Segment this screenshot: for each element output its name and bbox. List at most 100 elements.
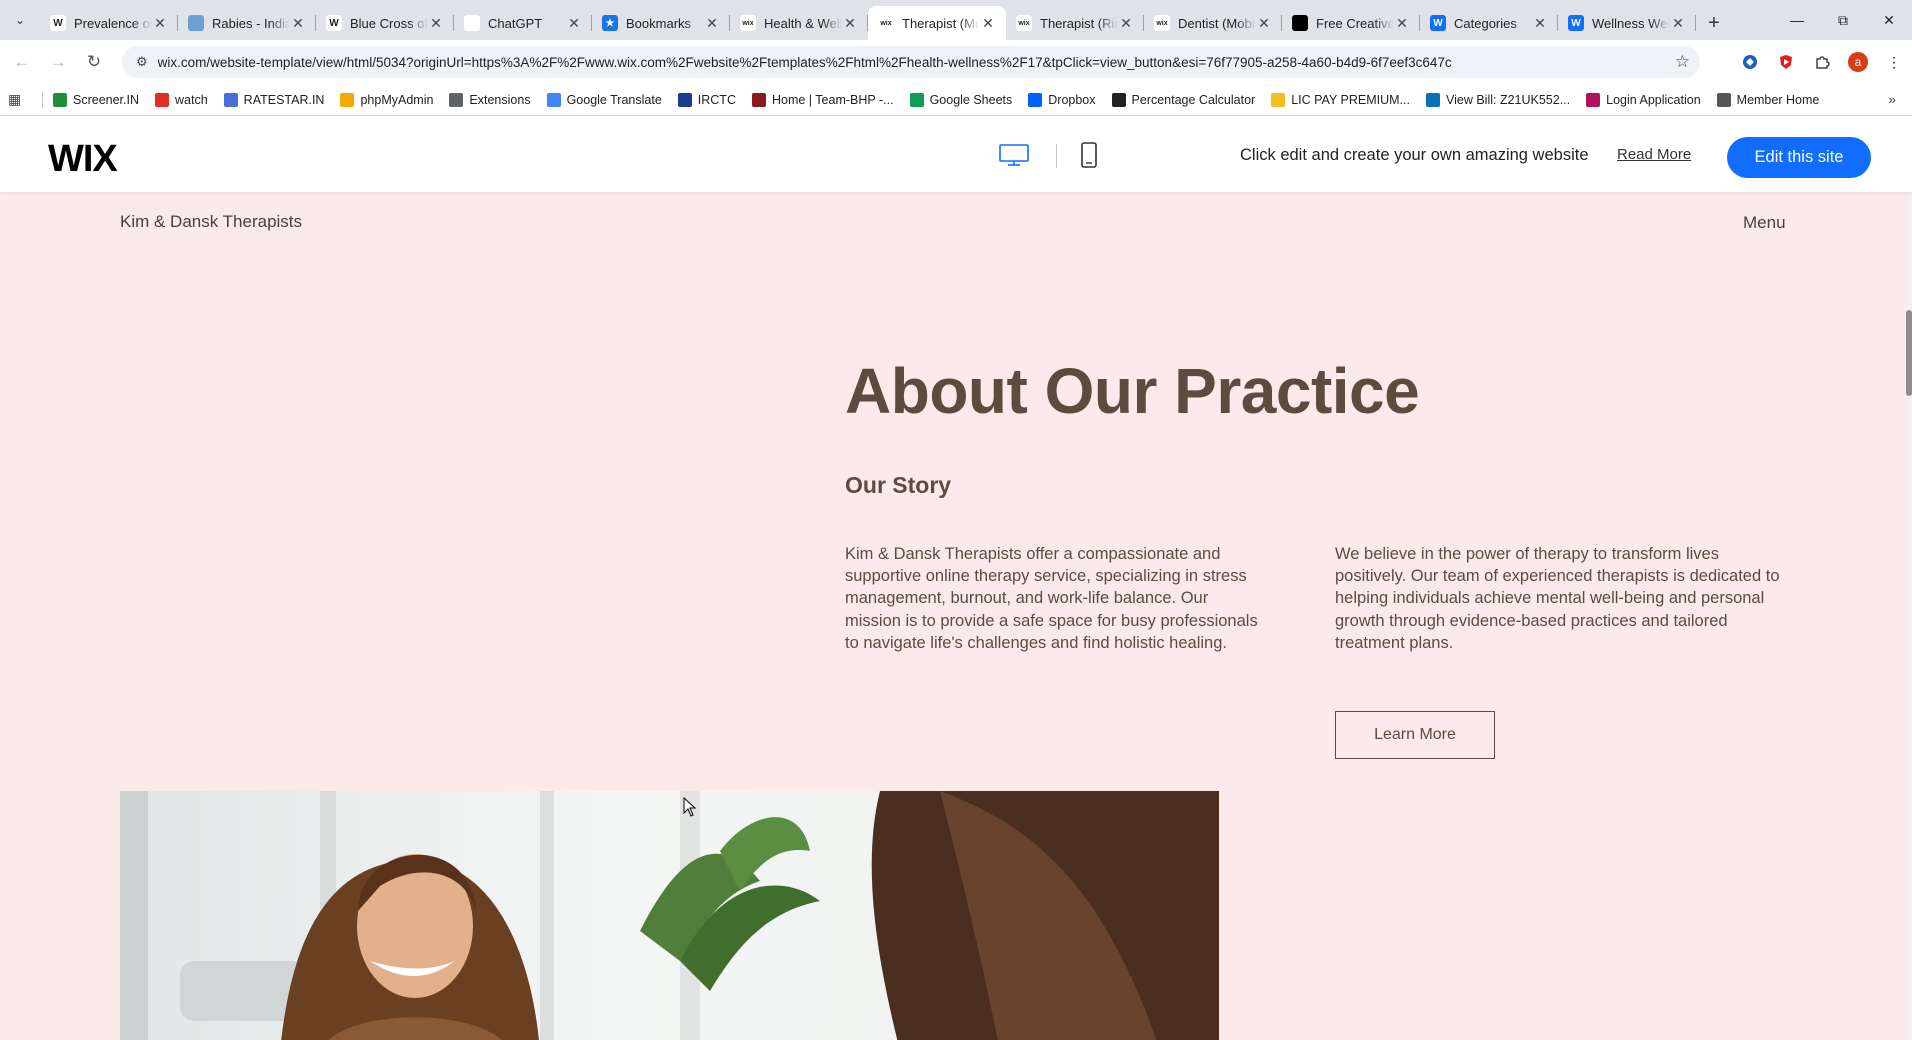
bookmark-label: phpMyAdmin <box>360 92 434 107</box>
bookmark-star-icon[interactable]: ☆ <box>1675 52 1690 72</box>
tab-close-icon[interactable]: ✕ <box>1532 15 1548 32</box>
window-controls: — ⧉ ✕ <box>1774 0 1912 40</box>
bookmark-item[interactable]: Screener.IN <box>53 92 140 107</box>
bookmark-item[interactable]: LIC PAY PREMIUM... <box>1271 92 1410 107</box>
browser-tab[interactable]: W Blue Cross of ✕ <box>316 6 454 40</box>
bookmark-label: Screener.IN <box>73 92 140 107</box>
url-text[interactable]: wix.com/website-template/view/html/5034?… <box>158 55 1700 70</box>
browser-tab[interactable]: Rabies - India ✕ <box>178 6 316 40</box>
site-menu-button[interactable]: Menu <box>1743 213 1786 233</box>
extension-shield-icon[interactable] <box>1768 46 1804 78</box>
tab-close-icon[interactable]: ✕ <box>842 15 858 32</box>
forward-arrow-icon[interactable]: → <box>44 48 72 76</box>
restore-icon[interactable]: ⧉ <box>1820 0 1866 40</box>
site-info-icon[interactable]: ⚙ <box>136 54 148 70</box>
edit-this-site-button[interactable]: Edit this site <box>1727 137 1871 178</box>
bookmark-label: Extensions <box>469 92 531 107</box>
bookmark-item[interactable]: Extensions <box>449 92 531 107</box>
bookmark-favicon-icon <box>1028 92 1043 107</box>
bookmark-label: Percentage Calculator <box>1131 92 1256 107</box>
bookmark-item[interactable]: Login Application <box>1586 92 1701 107</box>
desktop-view-icon[interactable] <box>999 144 1029 166</box>
mouse-cursor-icon <box>683 797 697 817</box>
wix-logo[interactable]: WIX <box>48 138 118 181</box>
bookmark-item[interactable]: Member Home <box>1716 92 1819 107</box>
browser-menu-kebab-icon[interactable]: ⋮ <box>1876 46 1912 78</box>
tab-close-icon[interactable]: ✕ <box>290 15 306 32</box>
address-bar[interactable]: ⚙ wix.com/website-template/view/html/503… <box>122 46 1700 78</box>
tab-close-icon[interactable]: ✕ <box>1256 15 1272 32</box>
tab-close-icon[interactable]: ✕ <box>1118 15 1134 32</box>
wix-tagline: Click edit and create your own amazing w… <box>1240 146 1589 164</box>
bookmarks-separator <box>42 91 43 108</box>
learn-more-button[interactable]: Learn More <box>1335 711 1495 759</box>
new-tab-plus-icon[interactable]: + <box>1696 6 1732 40</box>
back-arrow-icon[interactable]: ← <box>8 48 36 76</box>
bookmark-item[interactable]: IRCTC <box>677 92 736 107</box>
wix-preview-bar: WIX Click edit and create your own amazi… <box>0 116 1912 192</box>
bookmark-item[interactable]: watch <box>155 92 208 107</box>
browser-tab[interactable]: wix Health & Wellness✕ <box>730 6 868 40</box>
browser-tab[interactable]: W Wellness Website✕ <box>1558 6 1696 40</box>
tab-close-icon[interactable]: ✕ <box>980 15 996 32</box>
bookmark-item[interactable]: Google Translate <box>546 92 662 107</box>
browser-tab[interactable]: ChatGPT ✕ <box>454 6 592 40</box>
bookmark-favicon-icon <box>155 92 170 107</box>
wix-icon: wix <box>740 15 756 31</box>
wix-blue-icon: W <box>1568 15 1584 31</box>
tab-close-icon[interactable]: ✕ <box>152 15 168 32</box>
bookmark-label: watch <box>175 92 208 107</box>
mobile-view-icon[interactable] <box>1081 142 1097 168</box>
bookmark-favicon-icon <box>340 92 355 107</box>
bookmark-item[interactable]: Percentage Calculator <box>1111 92 1256 107</box>
tab-close-icon[interactable]: ✕ <box>1670 15 1686 32</box>
framer-icon <box>1292 15 1308 31</box>
tab-close-icon[interactable]: ✕ <box>704 15 720 32</box>
extensions-puzzle-icon[interactable] <box>1804 46 1840 78</box>
bookmark-label: IRCTC <box>697 92 736 107</box>
bookmark-label: Home | Team-BHP -... <box>771 92 894 107</box>
bookmark-item[interactable]: RATESTAR.IN <box>223 92 324 107</box>
page-title: About Our Practice <box>845 355 1420 427</box>
bookmark-item[interactable]: Dropbox <box>1028 92 1096 107</box>
tab-close-icon[interactable]: ✕ <box>1394 15 1410 32</box>
tab-search-chevron-icon[interactable]: ⌄ <box>0 0 40 40</box>
page-scrollbar[interactable] <box>1906 192 1912 1040</box>
bookmark-favicon-icon <box>1425 92 1440 107</box>
wikipedia-icon: W <box>326 15 342 31</box>
scrollbar-thumb[interactable] <box>1906 310 1912 396</box>
apps-grid-icon[interactable]: ▦ <box>8 91 30 108</box>
bookmark-item[interactable]: Home | Team-BHP -... <box>751 92 894 107</box>
browser-tab[interactable]: W Categories ✕ <box>1420 6 1558 40</box>
site-brand[interactable]: Kim & Dansk Therapists <box>120 212 302 232</box>
extension-blue-icon[interactable] <box>1732 46 1768 78</box>
bookmark-list: Screener.IN watch RATESTAR.IN phpMyAdmin Ext… <box>53 92 1835 107</box>
wix-icon: wix <box>878 15 894 31</box>
browser-tab[interactable]: wix Dentist (Mobile)✕ <box>1144 6 1282 40</box>
tab-close-icon[interactable]: ✕ <box>428 15 444 32</box>
browser-tab[interactable]: ★ Bookmarks ✕ <box>592 6 730 40</box>
minimize-icon[interactable]: — <box>1774 0 1820 40</box>
read-more-link[interactable]: Read More <box>1617 146 1691 163</box>
bookmark-item[interactable]: phpMyAdmin <box>340 92 434 107</box>
site-page: Kim & Dansk Therapists Menu About Our Pr… <box>0 192 1912 1040</box>
bookmark-favicon-icon <box>546 92 561 107</box>
browser-tab[interactable]: wix Therapist (Rich)✕ <box>1006 6 1144 40</box>
bookmark-favicon-icon <box>1111 92 1126 107</box>
close-window-icon[interactable]: ✕ <box>1866 0 1912 40</box>
tab-close-icon[interactable]: ✕ <box>566 15 582 32</box>
browser-tab[interactable]: W Prevalence of ✕ <box>40 6 178 40</box>
profile-avatar[interactable]: a <box>1840 46 1876 78</box>
wix-icon: wix <box>1154 15 1170 31</box>
browser-tab-title: Blue Cross of <box>350 15 428 31</box>
bookmark-favicon-icon <box>449 92 464 107</box>
bookmark-item[interactable]: Google Sheets <box>909 92 1012 107</box>
browser-tab[interactable]: wix Therapist (Mobile)✕ <box>868 6 1006 40</box>
browser-tab[interactable]: Free Creative ✕ <box>1282 6 1420 40</box>
more-bookmarks-chevron-icon[interactable]: » <box>1888 91 1896 107</box>
bookmarks-bar: ▦ Screener.IN watch RATESTAR.IN phpMyAdmin E… <box>0 84 1912 116</box>
bookmark-item[interactable]: View Bill: Z21UK552... <box>1425 92 1570 107</box>
reload-icon[interactable]: ↻ <box>80 48 108 76</box>
bookmark-label: Login Application <box>1606 92 1701 107</box>
story-paragraph-2: We believe in the power of therapy to tr… <box>1335 545 1780 652</box>
